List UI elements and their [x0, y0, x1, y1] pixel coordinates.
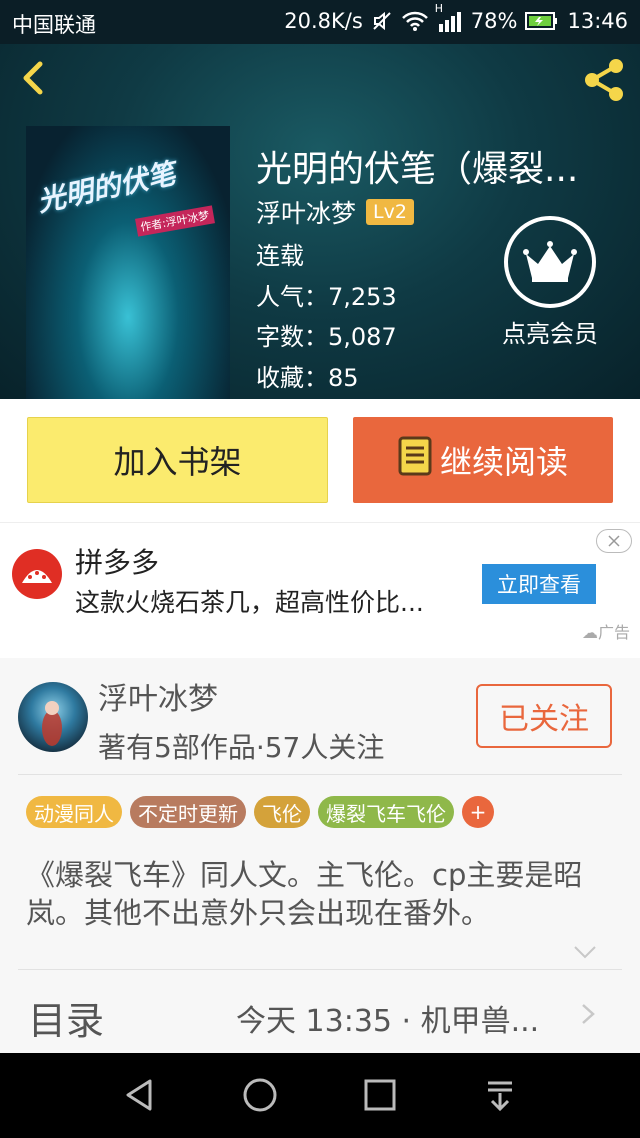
signal-type: H [434, 2, 444, 15]
back-button[interactable] [14, 58, 54, 98]
vip-label: 点亮会员 [502, 320, 598, 348]
tag-item[interactable]: 不定时更新 [130, 796, 246, 828]
author-card-stats: 著有5部作品·57人关注 [98, 731, 385, 764]
author-row: 浮叶冰梦 Lv2 [256, 194, 414, 230]
mute-icon [371, 10, 393, 32]
status-indicators: 20.8K/s H 78% 13:46 [284, 2, 628, 33]
battery-percent: 78% [470, 9, 518, 33]
author-section: 浮叶冰梦 著有5部作品·57人关注 已关注 动漫同人 不定时更新 飞伦 爆裂飞车… [0, 658, 640, 1053]
author-card-name[interactable]: 浮叶冰梦 [98, 674, 218, 718]
divider [18, 774, 622, 775]
tag-item[interactable]: 爆裂飞车飞伦 [318, 796, 454, 828]
book-status: 连载 [256, 242, 304, 270]
book-word-count: 字数：5,087 [256, 323, 397, 351]
author-name[interactable]: 浮叶冰梦 [256, 194, 356, 230]
triangle-back-icon [126, 1079, 152, 1111]
author-level-badge: Lv2 [366, 199, 414, 225]
battery-icon [525, 11, 559, 31]
clock: 13:46 [567, 9, 628, 33]
vip-button[interactable]: 点亮会员 [492, 216, 608, 349]
system-nav-bar [0, 1053, 640, 1138]
book-description: 《爆裂飞车》同人文。主飞伦。cp主要是昭岚。其他不出意外只会出现在番外。 [26, 858, 583, 930]
cloud-icon: ☁ [581, 623, 598, 642]
follow-button[interactable]: 已关注 [476, 684, 612, 748]
tag-item[interactable]: 动漫同人 [26, 796, 122, 828]
continue-reading-button[interactable]: 继续阅读 [353, 417, 613, 503]
ad-view-button[interactable]: 立即查看 [482, 564, 596, 604]
book-cover[interactable]: 光明的伏笔 作者:浮叶冰梦 [26, 126, 230, 399]
wifi-icon [401, 10, 429, 32]
nav-back-button[interactable] [120, 1075, 160, 1115]
add-to-shelf-button[interactable]: 加入书架 [27, 417, 328, 503]
status-bar: 中国联通 20.8K/s H 78% 13:46 [0, 0, 640, 44]
ad-tag-label: 广告 [597, 623, 630, 642]
chevron-right-icon [582, 1004, 595, 1024]
ad-tag: ☁广告 [582, 619, 630, 643]
pinduoduo-logo-icon [12, 549, 62, 599]
square-recents-icon [364, 1079, 396, 1111]
cover-author: 作者:浮叶冰梦 [135, 205, 215, 237]
cell-signal-icon: H [435, 2, 463, 32]
continue-reading-label: 继续阅读 [439, 443, 568, 481]
tag-item[interactable]: 飞伦 [254, 796, 310, 828]
ad-brand: 拼多多 [75, 546, 160, 579]
carrier-name: 中国联通 [12, 13, 96, 37]
book-favorites: 收藏：85 [256, 364, 359, 392]
chevron-down-icon [574, 946, 596, 959]
tag-list: 动漫同人 不定时更新 飞伦 爆裂飞车飞伦 + [26, 796, 494, 828]
circle-home-icon [243, 1078, 277, 1112]
add-to-shelf-label: 加入书架 [113, 443, 242, 481]
chevron-left-icon [23, 61, 43, 95]
share-icon [585, 59, 623, 101]
pull-down-icon [488, 1081, 512, 1112]
crown-icon [504, 216, 596, 308]
ad-close-button[interactable] [596, 529, 632, 553]
book-header: 光明的伏笔 作者:浮叶冰梦 光明的伏笔（爆裂... 浮叶冰梦 Lv2 连载 人气… [0, 44, 640, 399]
ad-description: 这款火烧石茶几，超高性价比... [75, 588, 424, 617]
book-popularity: 人气：7,253 [256, 283, 397, 311]
expand-description-button[interactable] [572, 944, 598, 960]
nav-notification-button[interactable] [480, 1075, 520, 1115]
cover-title: 光明的伏笔 [34, 156, 179, 219]
share-button[interactable] [578, 54, 630, 106]
book-icon [398, 436, 432, 484]
ad-banner[interactable]: 拼多多 这款火烧石茶几，超高性价比... 立即查看 ☁广告 [0, 522, 640, 659]
table-of-contents-row[interactable]: 目录 今天 13:35 · 机甲兽... [0, 970, 640, 1053]
close-icon [608, 535, 620, 547]
action-bar: 加入书架 继续阅读 [0, 399, 640, 522]
book-title: 光明的伏笔（爆裂... [256, 149, 579, 190]
net-speed: 20.8K/s [284, 9, 363, 33]
nav-home-button[interactable] [240, 1075, 280, 1115]
latest-chapter: 今天 13:35 · 机甲兽... [236, 1004, 540, 1039]
more-tags-button[interactable]: + [462, 796, 494, 828]
toc-label: 目录 [28, 999, 105, 1043]
author-avatar[interactable] [18, 682, 88, 752]
nav-recents-button[interactable] [360, 1075, 400, 1115]
